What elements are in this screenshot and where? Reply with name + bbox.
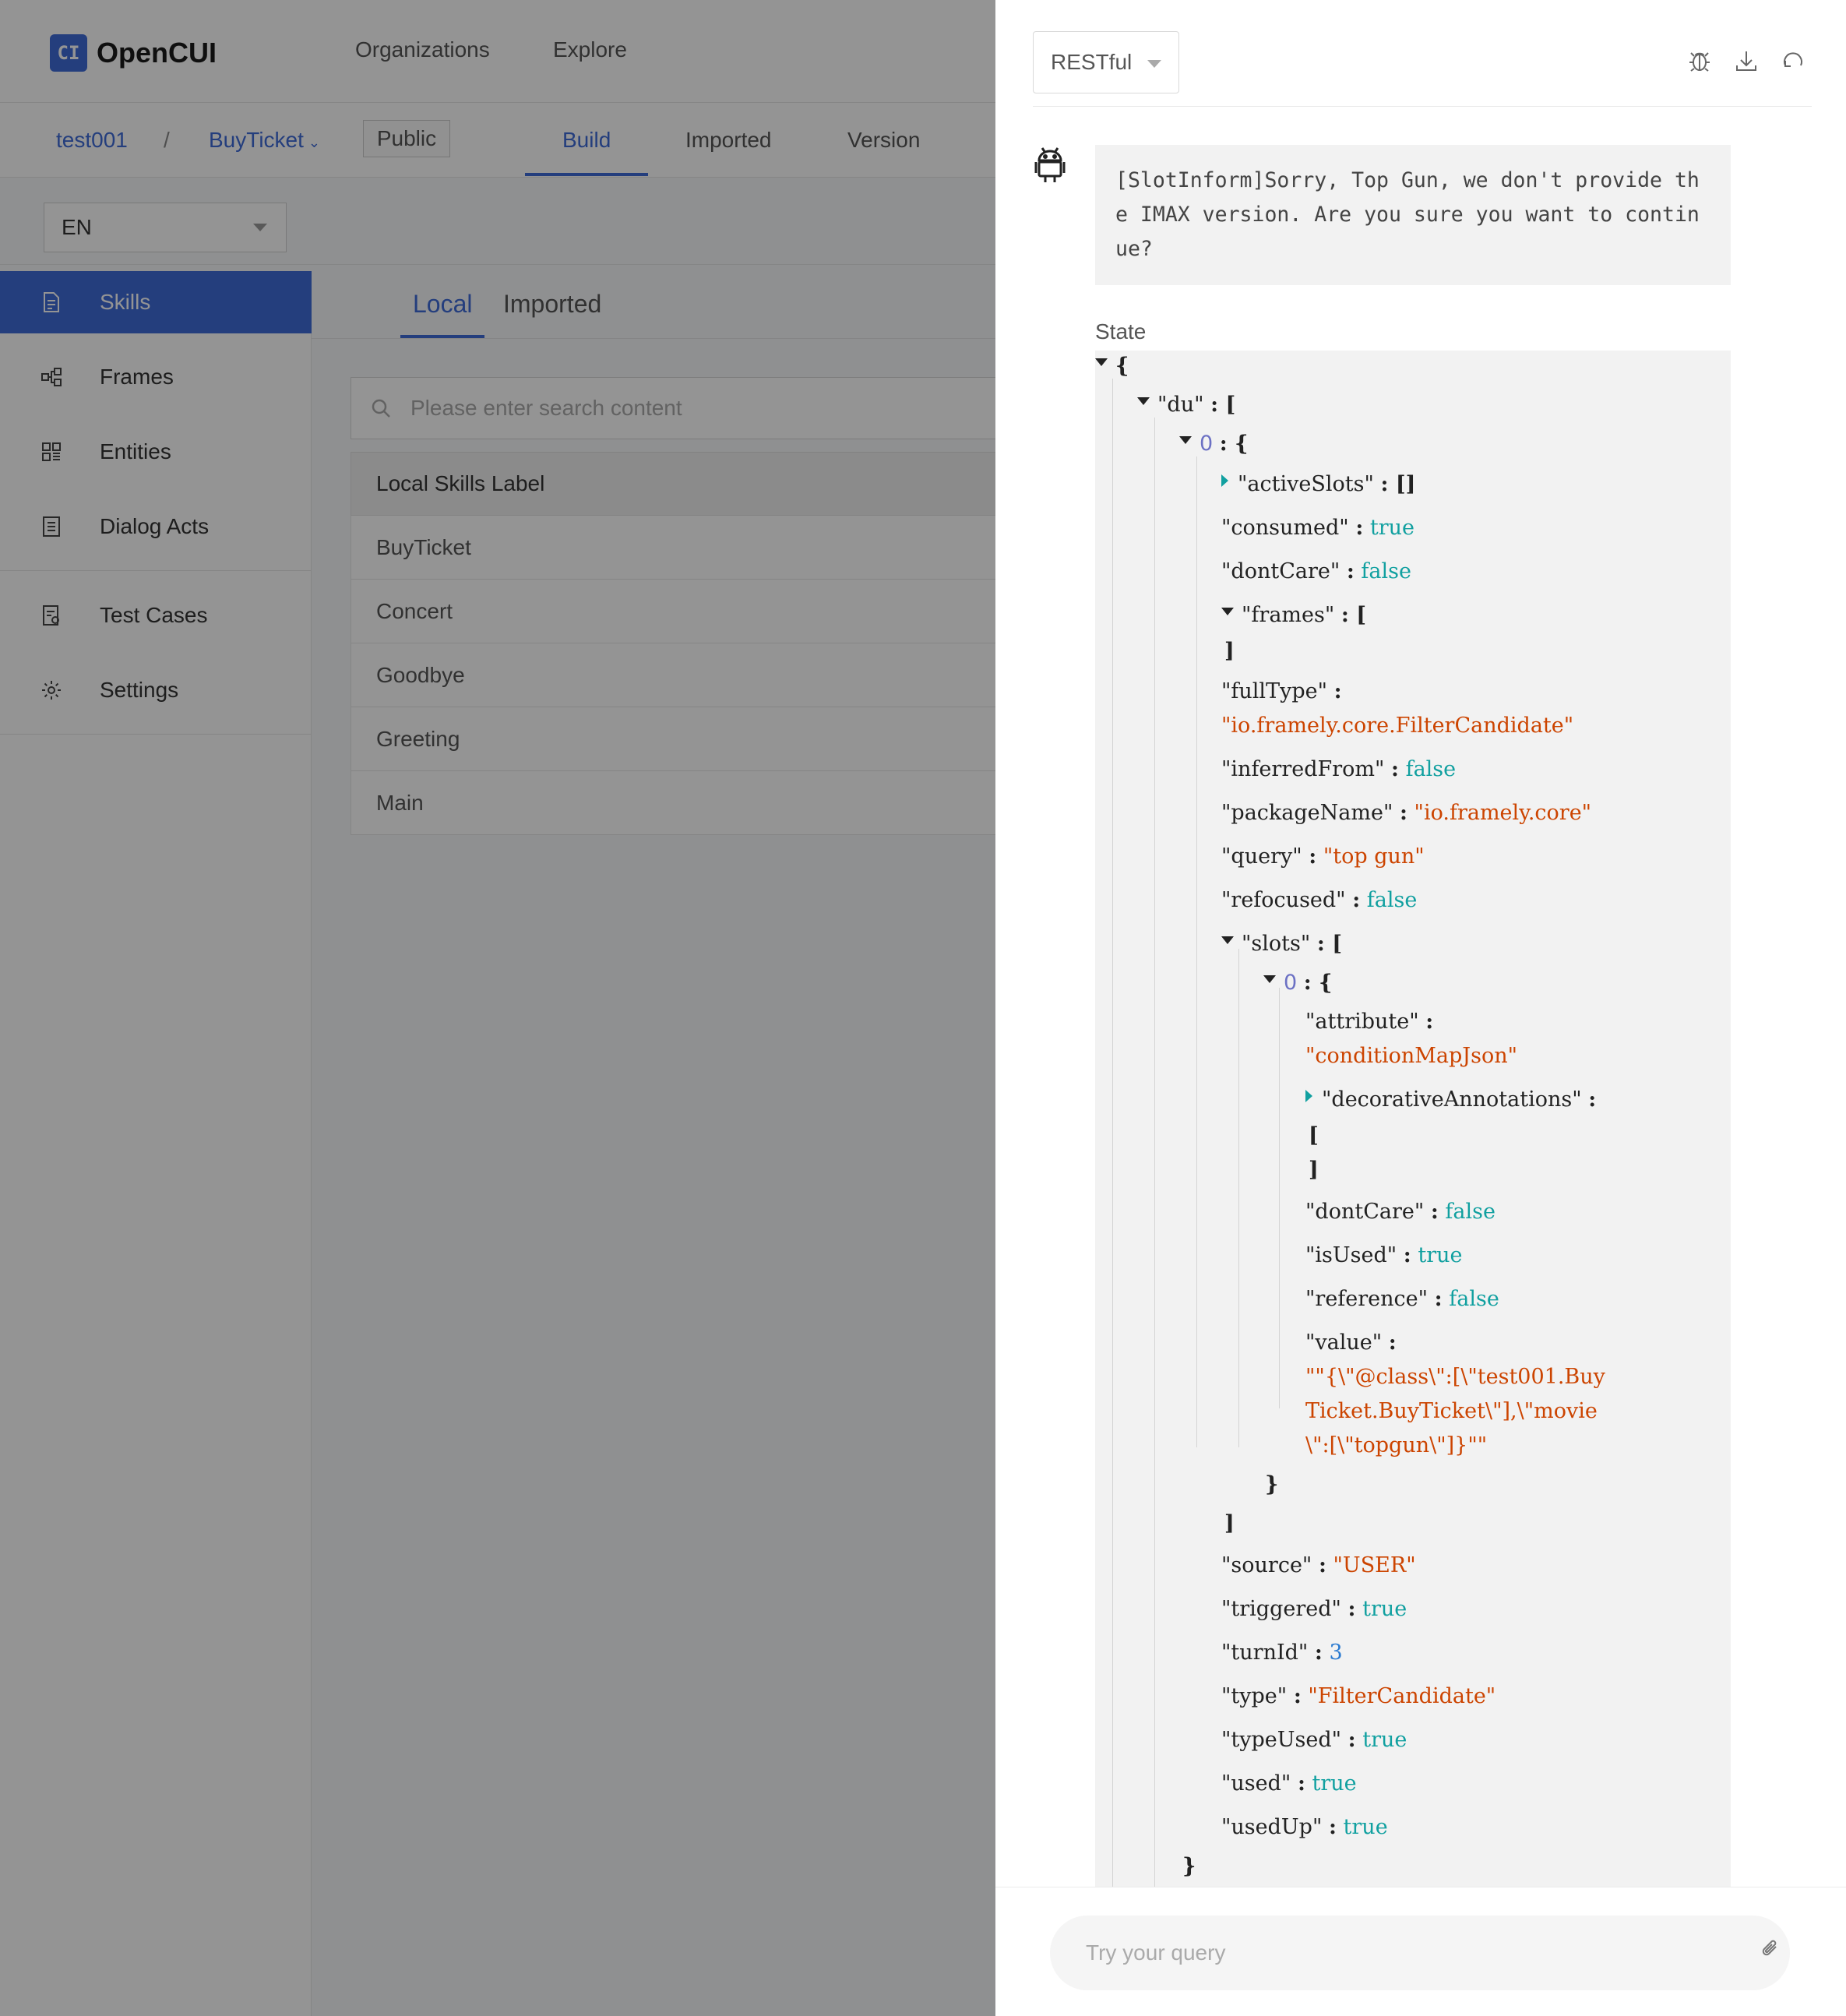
json-turnId: "turnId" : 3	[1221, 1641, 1343, 1665]
json-used: "used" : true	[1221, 1771, 1357, 1796]
json-du-0-close: }	[1182, 1854, 1196, 1878]
collapse-triangle-icon	[1263, 975, 1276, 983]
refresh-icon[interactable]	[1781, 48, 1805, 73]
android-bot-icon	[1033, 145, 1067, 184]
json-root-open[interactable]: {	[1095, 354, 1129, 378]
json-slots-0[interactable]: 0 : {	[1263, 971, 1333, 995]
json-consumed: "consumed" : true	[1221, 516, 1414, 540]
collapse-triangle-icon	[1221, 607, 1234, 615]
paperclip-icon[interactable]	[1759, 1937, 1787, 1965]
json-fullType-value: "io.framely.core.FilterCandidate"	[1221, 714, 1574, 738]
download-icon[interactable]	[1734, 48, 1759, 73]
json-frames[interactable]: "frames" : [	[1221, 603, 1366, 627]
collapse-triangle-icon	[1221, 936, 1234, 944]
json-attribute: "attribute" :	[1305, 1010, 1434, 1034]
json-slot-close: }	[1265, 1472, 1279, 1496]
json-slot-dontCare: "dontCare" : false	[1305, 1200, 1495, 1224]
json-reference: "reference" : false	[1305, 1287, 1499, 1311]
modal-overlay[interactable]	[0, 0, 995, 2016]
json-value-line: ""{\"@class\":[\"test001.Buy	[1305, 1365, 1605, 1389]
json-value: "value" :	[1305, 1330, 1397, 1355]
json-activeSlots[interactable]: "activeSlots" : []	[1221, 472, 1415, 496]
query-input[interactable]	[1050, 1916, 1790, 1990]
bot-message: [SlotInform]Sorry, Top Gun, we don't pro…	[1095, 145, 1731, 285]
json-guide	[1279, 988, 1280, 1408]
json-attribute-value: "conditionMapJson"	[1305, 1044, 1518, 1068]
json-guide	[1112, 379, 1113, 1887]
json-fullType: "fullType" :	[1221, 679, 1342, 703]
state-json-viewer: { "du" : [ 0 : { "activeSlots" : [] "con…	[1095, 351, 1731, 1887]
caret-down-icon	[1147, 60, 1161, 68]
json-isUsed: "isUsed" : true	[1305, 1243, 1463, 1267]
collapse-triangle-icon	[1137, 397, 1150, 405]
bug-icon[interactable]	[1687, 48, 1712, 73]
json-frames-close: ]	[1224, 639, 1235, 663]
expand-triangle-icon	[1221, 474, 1228, 487]
collapse-triangle-icon	[1179, 435, 1192, 444]
json-guide	[1238, 949, 1239, 1447]
json-typeUsed: "typeUsed" : true	[1221, 1728, 1407, 1752]
expand-triangle-icon	[1305, 1089, 1312, 1102]
json-decorative-close: ]	[1309, 1158, 1319, 1182]
json-triggered: "triggered" : true	[1221, 1597, 1407, 1621]
collapse-triangle-icon	[1095, 358, 1108, 366]
json-du[interactable]: "du" : [	[1137, 393, 1235, 417]
json-value-line: Ticket.BuyTicket\"],\"movie	[1305, 1399, 1598, 1423]
json-guide	[1154, 418, 1155, 1887]
json-query: "query" : "top gun"	[1221, 844, 1425, 869]
debug-drawer: RESTful [SlotInform]Sorry, Top Gun, we d…	[995, 0, 1846, 2016]
mode-select[interactable]: RESTful	[1033, 31, 1179, 93]
json-slots[interactable]: "slots" : [	[1221, 932, 1342, 956]
json-decorative-open: [	[1309, 1123, 1319, 1147]
json-guide	[1196, 456, 1197, 1447]
json-source: "source" : "USER"	[1221, 1553, 1416, 1577]
json-packageName: "packageName" : "io.framely.core"	[1221, 801, 1592, 825]
state-label: State	[1095, 319, 1147, 344]
json-dontCare: "dontCare" : false	[1221, 559, 1411, 583]
json-type: "type" : "FilterCandidate"	[1221, 1684, 1496, 1708]
json-du-0[interactable]: 0 : {	[1179, 432, 1249, 456]
json-value-line: \":[\"topgun\"]}""	[1305, 1433, 1488, 1457]
json-decorativeAnnotations[interactable]: "decorativeAnnotations" :	[1305, 1087, 1596, 1112]
mode-value: RESTful	[1051, 50, 1133, 74]
query-bar	[995, 1887, 1846, 2016]
json-slots-close: ]	[1224, 1511, 1235, 1535]
json-usedUp: "usedUp" : true	[1221, 1815, 1388, 1839]
drawer-divider	[1033, 106, 1812, 107]
json-inferredFrom: "inferredFrom" : false	[1221, 757, 1457, 781]
json-refocused: "refocused" : false	[1221, 888, 1418, 912]
